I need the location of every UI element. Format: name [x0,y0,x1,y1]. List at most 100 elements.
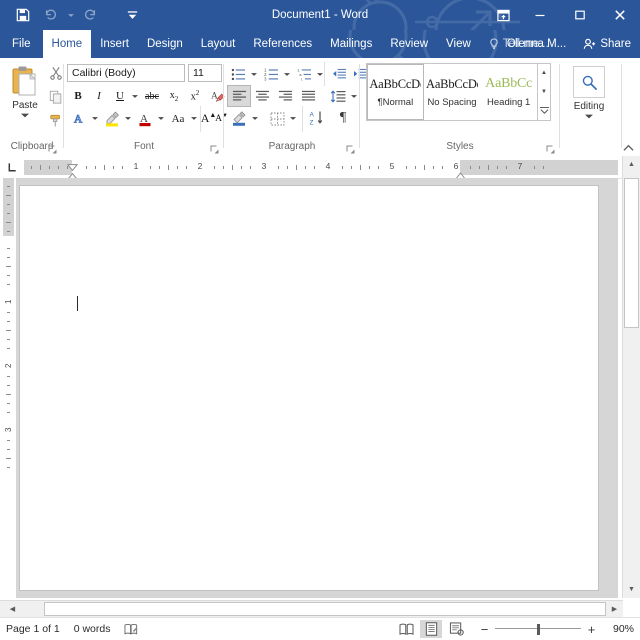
justify-button[interactable] [297,86,319,106]
strikethrough-button[interactable]: abc [141,86,163,106]
styles-gallery-scroll: ▲ ▼ [538,63,551,121]
font-color-button[interactable]: A [134,108,156,129]
view-read-mode[interactable] [395,620,417,638]
shading-button[interactable] [228,108,250,129]
tab-design[interactable]: Design [138,30,192,58]
text-highlight-color-button[interactable] [101,108,123,129]
borders-button[interactable] [266,108,288,129]
italic-button[interactable]: I [89,86,109,106]
align-right-button[interactable] [274,86,296,106]
styles-scroll-down-icon[interactable]: ▼ [538,83,550,102]
view-print-layout[interactable] [420,620,442,638]
status-bar-left: Page 1 of 1 0 words [6,618,138,640]
editing-button[interactable]: Editing [568,62,610,132]
style-no-spacing[interactable]: AaBbCcDc No Spacing [424,64,481,120]
share-button[interactable]: Share [574,30,640,58]
tab-stop-selector[interactable] [4,160,20,175]
styles-more-icon[interactable] [538,101,550,120]
view-web-layout[interactable] [445,620,467,638]
line-spacing-button[interactable] [327,86,349,106]
underline-dropdown-icon[interactable] [130,86,139,106]
bold-button[interactable]: B [68,86,88,106]
scroll-up-icon[interactable]: ▲ [623,156,640,173]
zoom-slider-thumb[interactable] [537,624,540,635]
grow-font-button[interactable]: A▲ [202,108,215,129]
styles-scroll-up-icon[interactable]: ▲ [538,64,550,83]
close-icon[interactable] [600,0,640,30]
font-color-dropdown-icon[interactable] [156,108,165,129]
subscript-button[interactable]: x2 [164,86,184,106]
change-case-dropdown-icon[interactable] [189,108,198,129]
shading-dropdown-icon[interactable] [250,108,259,129]
numbering-button[interactable]: 1 2 3 [261,64,282,84]
word-count[interactable]: 0 words [74,623,111,635]
sort-button[interactable]: A Z [306,107,328,129]
scroll-left-icon[interactable]: ◀ [4,601,21,617]
tab-mailings[interactable]: Mailings [321,30,381,58]
tab-references[interactable]: References [244,30,321,58]
customize-quick-access-toolbar-icon[interactable] [119,3,145,27]
bullets-dropdown-icon[interactable] [249,64,258,84]
tab-view[interactable]: View [437,30,480,58]
multilevel-list-button[interactable]: 1. a. i. [294,64,315,84]
document-page[interactable] [20,186,598,590]
zoom-level[interactable]: 90% [608,623,634,635]
editing-label: Editing [574,101,605,112]
tab-file[interactable]: File [0,30,43,58]
tab-layout[interactable]: Layout [192,30,245,58]
align-center-button[interactable] [251,86,273,106]
highlight-dropdown-icon[interactable] [123,108,132,129]
underline-button[interactable]: U [110,86,130,106]
paragraph-dialog-launcher[interactable] [345,142,356,153]
zoom-slider[interactable] [495,622,581,636]
undo-icon[interactable] [38,3,64,27]
vertical-ruler[interactable]: 1 2 3 [0,178,16,598]
zoom-in-button[interactable]: + [585,623,598,636]
vertical-scrollbar[interactable]: ▲ ▼ [622,156,640,598]
scroll-right-icon[interactable]: ▶ [606,601,623,617]
decrease-indent-button[interactable] [329,64,350,84]
styles-dialog-launcher[interactable] [545,142,556,153]
ribbon-display-options-icon[interactable] [486,0,520,30]
bullets-button[interactable] [228,64,249,84]
text-effects-dropdown-icon[interactable] [90,108,99,129]
text-effects-button[interactable]: A [68,108,90,129]
align-left-button[interactable] [228,86,250,106]
numbering-dropdown-icon[interactable] [282,64,291,84]
paste-button[interactable]: Paste [6,62,44,134]
borders-dropdown-icon[interactable] [288,108,297,129]
scroll-down-icon[interactable]: ▼ [623,581,640,598]
style-heading-1[interactable]: AaBbCс Heading 1 [480,64,537,120]
collapse-ribbon-icon[interactable] [620,141,636,155]
show-formatting-marks-button[interactable]: ¶ [332,107,354,129]
multilevel-dropdown-icon[interactable] [315,64,324,84]
horizontal-scroll-thumb[interactable] [44,602,606,616]
redo-icon[interactable] [77,3,103,27]
zoom-out-button[interactable]: − [478,623,491,636]
svg-text:Z: Z [310,120,314,127]
line-spacing-dropdown-icon[interactable] [349,86,358,106]
undo-dropdown-icon[interactable] [66,3,75,27]
vertical-scroll-thumb[interactable] [624,178,639,328]
ruler-scale[interactable]: 1 2 3 4 5 [24,160,618,175]
page-indicator[interactable]: Page 1 of 1 [6,623,60,635]
font-family-combo[interactable]: Calibri (Body) ▼ [67,64,185,82]
tab-insert[interactable]: Insert [91,30,138,58]
account-menu[interactable]: Olenna M... [499,30,574,58]
tab-home[interactable]: Home [43,30,92,58]
restore-icon[interactable] [560,0,600,30]
clipboard-dialog-launcher[interactable] [47,142,58,153]
horizontal-scrollbar[interactable]: ◀ ▶ [0,600,623,618]
document-canvas[interactable] [16,178,618,598]
change-case-button[interactable]: Aa [167,108,189,129]
search-icon [573,66,605,98]
font-size-combo[interactable]: 11 ▼ [188,64,222,82]
style-normal[interactable]: AaBbCcDc ¶Normal [367,64,424,120]
window-controls [486,0,640,30]
superscript-button[interactable]: x2 [185,86,205,106]
font-dialog-launcher[interactable] [209,142,220,153]
minimize-icon[interactable] [520,0,560,30]
tab-review[interactable]: Review [381,30,437,58]
save-icon[interactable] [10,3,36,27]
proofing-errors-icon[interactable] [124,623,138,636]
